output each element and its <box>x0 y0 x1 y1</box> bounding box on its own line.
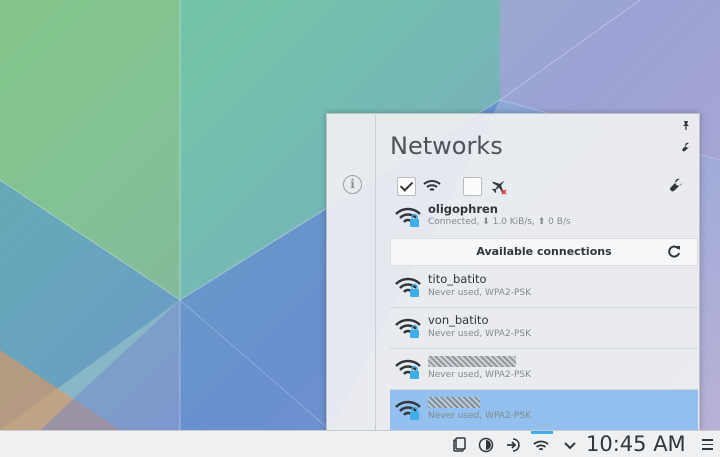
network-list-item[interactable]: Never used, WPA2-PSK <box>390 390 698 431</box>
airplane-mode-checkbox[interactable] <box>463 177 482 196</box>
taskbar-panel: 10:45 AM <box>0 430 720 457</box>
network-name: von_batito <box>428 313 489 327</box>
expand-tray-icon[interactable] <box>562 437 578 453</box>
digital-clock[interactable]: 10:45 AM <box>586 432 686 456</box>
clipboard-icon[interactable] <box>451 437 467 453</box>
connection-status: Connected, ⬇ 1.0 KiB/s, ⬆ 0 B/s <box>428 217 571 227</box>
network-status: Never used, WPA2-PSK <box>428 288 531 298</box>
network-list-item[interactable]: Never used, WPA2-PSK <box>390 349 698 390</box>
hamburger-menu-icon[interactable] <box>702 439 713 451</box>
wifi-secured-icon <box>395 207 421 227</box>
wifi-icon <box>423 180 441 191</box>
wifi-secured-icon <box>395 359 421 379</box>
refresh-icon[interactable] <box>667 245 681 259</box>
wifi-secured-icon <box>395 277 421 297</box>
network-toolbar <box>397 177 697 197</box>
network-status: Never used, WPA2-PSK <box>428 411 531 421</box>
popup-title: Networks <box>390 132 503 160</box>
settings-wrench-icon[interactable] <box>669 178 683 192</box>
wifi-secured-icon <box>395 400 421 420</box>
popup-sidebar: i <box>327 114 376 431</box>
wrench-icon[interactable] <box>681 142 691 152</box>
device-notifier-icon[interactable] <box>505 437 521 453</box>
network-icon <box>533 440 549 451</box>
network-status: Never used, WPA2-PSK <box>428 329 531 339</box>
network-name-redacted <box>428 395 480 411</box>
network-name-redacted <box>428 354 516 370</box>
pin-icon[interactable] <box>681 120 691 130</box>
network-status: Never used, WPA2-PSK <box>428 370 531 380</box>
info-icon[interactable]: i <box>343 175 362 194</box>
network-list-item[interactable]: tito_batito Never used, WPA2-PSK <box>390 267 698 308</box>
wifi-secured-icon <box>395 318 421 338</box>
available-connections-header: Available connections <box>390 238 698 266</box>
network-list-item[interactable]: von_batito Never used, WPA2-PSK <box>390 308 698 349</box>
wifi-enable-checkbox[interactable] <box>397 177 416 196</box>
network-tray-active[interactable] <box>531 431 553 457</box>
network-name: tito_batito <box>428 272 487 286</box>
available-connections-label: Available connections <box>476 245 612 258</box>
active-connection[interactable]: oligophren Connected, ⬇ 1.0 KiB/s, ⬆ 0 B… <box>394 202 694 232</box>
networks-popup: i Networks oligophren Connected, ⬇ 1.0 K… <box>326 113 700 431</box>
updates-icon[interactable] <box>478 437 494 453</box>
airplane-icon <box>491 180 507 195</box>
connection-name: oligophren <box>428 202 498 216</box>
